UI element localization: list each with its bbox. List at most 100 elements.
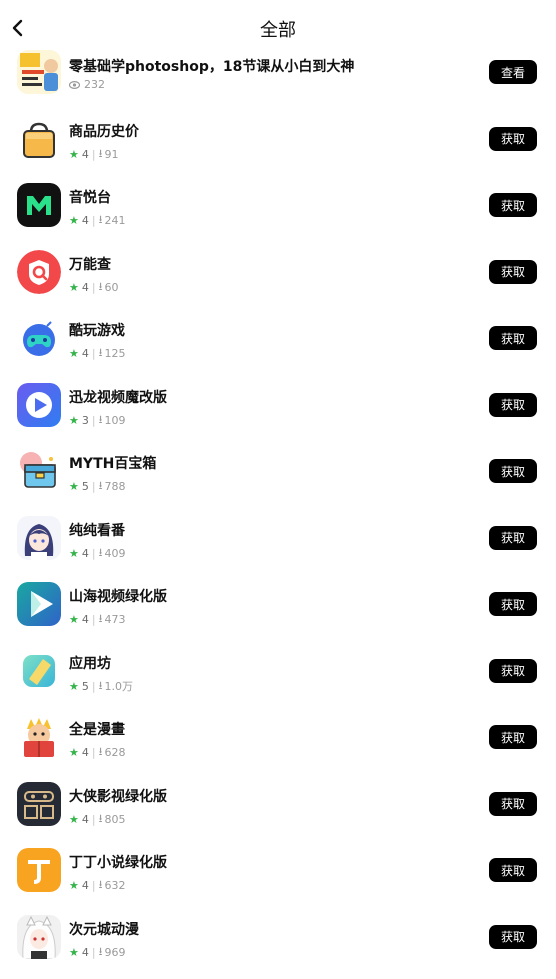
get-button[interactable]: 获取: [489, 858, 537, 882]
rating-value: 4: [81, 945, 89, 959]
get-button[interactable]: 获取: [489, 525, 537, 550]
app-name: 商品历史价: [69, 123, 139, 140]
rating-value: 5: [81, 480, 89, 493]
list-item[interactable]: 全是漫畫 ★ 4 | ⭳ 628 获取: [0, 705, 556, 772]
rating-value: 3: [81, 413, 89, 427]
download-icon: ⭳: [98, 146, 103, 160]
item-meta: ★ 4 | ⭳ 969: [69, 943, 125, 962]
get-button[interactable]: 获取: [489, 326, 537, 350]
download-icon: ⭳: [98, 346, 103, 359]
app-name: 次元城动漫: [69, 921, 139, 938]
star-icon: ★: [69, 812, 79, 826]
app-name: 应用坊: [69, 655, 111, 672]
list-item[interactable]: 应用坊 ★ 5 | ⭳ 1.0万 获取: [0, 639, 556, 706]
app-name: 迅龙视频魔改版: [69, 389, 167, 406]
item-meta: ★ 4 | ⭳ 91: [69, 145, 118, 164]
item-meta: ★ 4 | ⭳ 632: [69, 876, 125, 895]
star-icon: ★: [69, 480, 79, 493]
app-name: 音悦台: [69, 190, 111, 206]
app-name: 山海视频绿化版: [69, 589, 167, 605]
list-item[interactable]: 大侠影视绿化版 ★ 4 | ⭳ 805 获取: [0, 772, 556, 839]
app-name: 丁丁小说绿化版: [69, 855, 167, 871]
list-item[interactable]: 万能查 ★ 4 | ⭳ 60 获取: [0, 240, 556, 307]
star-icon: ★: [69, 613, 79, 626]
download-icon: ⭳: [98, 944, 103, 958]
list-item[interactable]: 丁丁小说绿化版 ★ 4 | ⭳ 632 获取: [0, 838, 556, 905]
list-item[interactable]: 迅龙视频魔改版 ★ 3 | ⭳ 109 获取: [0, 373, 556, 440]
list-item[interactable]: 山海视频绿化版 ★ 4 | ⭳ 473 获取: [0, 572, 556, 639]
item-meta: ★ 3 | ⭳ 109: [69, 411, 125, 430]
download-count: 91: [104, 147, 119, 161]
list-item[interactable]: MYTH百宝箱 ★ 5 | ⭳ 788 获取: [0, 439, 556, 506]
rating-value: 4: [81, 280, 89, 294]
item-meta: 232: [69, 78, 105, 91]
app-name: 全是漫畫: [69, 722, 125, 738]
view-count: 232: [84, 78, 105, 91]
app-workshop-icon: [17, 648, 61, 693]
list-item[interactable]: 音悦台 ★ 4 | ⭳ 241 获取: [0, 173, 556, 240]
novel-t-icon: [17, 848, 61, 892]
list-item[interactable]: 零基础学photoshop，18节课从小白到大神 232 查看: [0, 40, 556, 107]
download-count: 409: [104, 546, 126, 560]
gamepad-icon: [17, 316, 61, 360]
rating-value: 4: [81, 879, 89, 892]
page-title: 全部: [260, 20, 296, 41]
divider: |: [91, 413, 96, 427]
rating-value: 4: [81, 546, 89, 560]
app-name: 大侠影视绿化版: [69, 788, 167, 805]
get-button[interactable]: 获取: [489, 924, 537, 949]
download-icon: ⭳: [98, 878, 103, 891]
item-title: 零基础学photoshop，18节课从小白到大神: [69, 59, 355, 75]
divider: |: [91, 613, 96, 626]
divider: |: [91, 480, 96, 493]
get-button[interactable]: 获取: [489, 392, 537, 417]
download-count: 1.0万: [104, 680, 133, 693]
star-icon: ★: [69, 347, 79, 360]
shopping-bag-icon: [17, 116, 61, 161]
rating-value: 4: [81, 746, 89, 759]
download-count: 473: [104, 613, 126, 626]
item-meta: ★ 4 | ⭳ 125: [69, 344, 125, 363]
item-meta: ★ 4 | ⭳ 409: [69, 544, 125, 563]
download-icon: ⭳: [98, 545, 103, 559]
get-button[interactable]: 获取: [489, 459, 537, 483]
list-item[interactable]: 商品历史价 ★ 4 | ⭳ 91 获取: [0, 107, 556, 174]
star-icon: ★: [69, 746, 79, 759]
divider: |: [91, 879, 96, 892]
video-mask-icon: [17, 781, 61, 826]
app-name: 纯纯看番: [69, 522, 125, 539]
list-item[interactable]: 纯纯看番 ★ 4 | ⭳ 409 获取: [0, 506, 556, 573]
play-triangle-icon: [17, 582, 61, 626]
get-button[interactable]: 获取: [489, 791, 537, 816]
get-button[interactable]: 获取: [489, 725, 537, 749]
download-icon: ⭳: [98, 811, 103, 825]
rating-value: 4: [81, 214, 89, 227]
divider: |: [91, 280, 96, 294]
star-icon: ★: [69, 879, 79, 892]
download-count: 628: [104, 746, 126, 759]
star-icon: ★: [69, 679, 79, 693]
app-name: 万能查: [69, 256, 111, 273]
anime-character-icon: [17, 914, 61, 959]
view-button[interactable]: 查看: [489, 60, 537, 84]
star-icon: ★: [69, 546, 79, 560]
search-shield-icon: [17, 249, 61, 294]
star-icon: ★: [69, 945, 79, 959]
get-button[interactable]: 获取: [489, 259, 537, 284]
divider: |: [91, 546, 96, 560]
get-button[interactable]: 获取: [489, 592, 537, 616]
list-item[interactable]: 酷玩游戏 ★ 4 | ⭳ 125 获取: [0, 306, 556, 373]
download-icon: ⭳: [98, 412, 103, 426]
download-icon: ⭳: [98, 279, 103, 293]
star-icon: ★: [69, 147, 79, 161]
download-count: 632: [104, 879, 126, 892]
get-button[interactable]: 获取: [489, 193, 537, 217]
get-button[interactable]: 获取: [489, 658, 537, 683]
rating-value: 5: [81, 679, 89, 693]
divider: |: [91, 214, 96, 227]
item-meta: ★ 5 | ⭳ 788: [69, 477, 125, 496]
rating-value: 4: [81, 347, 89, 360]
list-item[interactable]: 次元城动漫 ★ 4 | ⭳ 969 获取: [0, 905, 556, 972]
download-icon: ⭳: [98, 745, 103, 758]
get-button[interactable]: 获取: [489, 126, 537, 151]
